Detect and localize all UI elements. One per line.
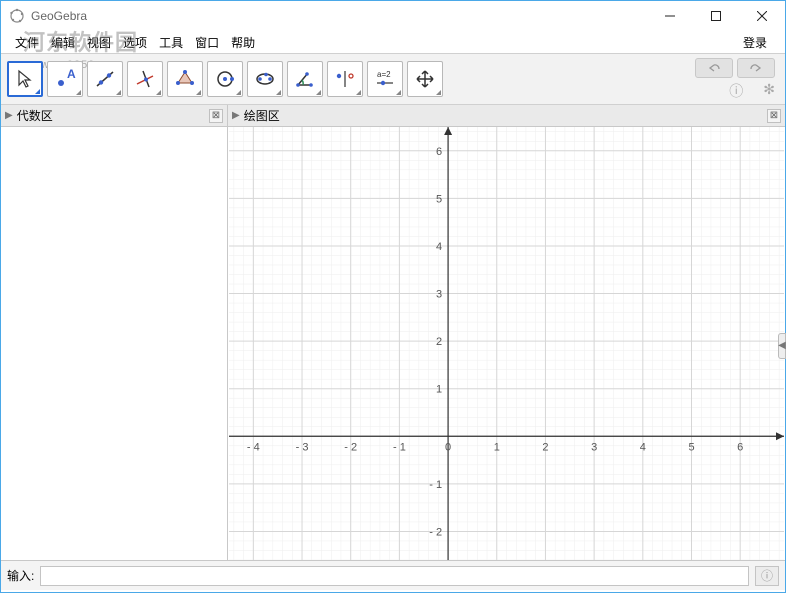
menu-tools[interactable]: 工具 [153, 32, 189, 53]
settings-icon[interactable]: ✻ [763, 81, 775, 101]
svg-text:- 4: - 4 [247, 441, 260, 453]
menu-window[interactable]: 窗口 [189, 32, 225, 53]
move-tool[interactable] [7, 61, 43, 97]
redo-button[interactable] [737, 58, 775, 78]
move-view-tool[interactable] [407, 61, 443, 97]
undo-button[interactable] [695, 58, 733, 78]
svg-text:2: 2 [436, 336, 442, 348]
minimize-button[interactable] [647, 1, 693, 31]
menu-edit[interactable]: 编辑 [45, 32, 81, 53]
graphics-close-icon[interactable]: ⊠ [767, 109, 781, 123]
reflect-tool[interactable] [327, 61, 363, 97]
algebra-collapse-icon[interactable]: ▶ [5, 110, 13, 121]
login-link[interactable]: 登录 [733, 32, 777, 53]
svg-text:- 1: - 1 [393, 441, 406, 453]
polygon-tool[interactable] [167, 61, 203, 97]
svg-text:3: 3 [591, 441, 597, 453]
algebra-body[interactable] [1, 127, 227, 560]
perpendicular-tool[interactable] [127, 61, 163, 97]
svg-text:4: 4 [436, 241, 442, 253]
maximize-button[interactable] [693, 1, 739, 31]
angle-tool[interactable] [287, 61, 323, 97]
circle-tool[interactable] [207, 61, 243, 97]
svg-text:2: 2 [542, 441, 548, 453]
input-help-icon[interactable]: ⓘ [755, 566, 779, 586]
close-button[interactable] [739, 1, 785, 31]
toolbar: A a=2 ⓘ [1, 53, 785, 105]
graphics-panel: ▶ 绘图区 ⊠ - 4 - 3 - 2 - 1 0 1 2 3 4 5 6 - 2 - 1 1 2 3 4 5 6 [228, 105, 785, 560]
svg-text:- 2: - 2 [344, 441, 357, 453]
graphics-view[interactable]: - 4 - 3 - 2 - 1 0 1 2 3 4 5 6 - 2 - 1 1 2 3 4 5 6 [228, 127, 785, 560]
app-icon [9, 8, 25, 24]
svg-text:A: A [67, 68, 76, 81]
menu-help[interactable]: 帮助 [225, 32, 261, 53]
line-tool[interactable] [87, 61, 123, 97]
svg-text:0: 0 [445, 441, 451, 453]
svg-text:6: 6 [737, 441, 743, 453]
svg-text:- 3: - 3 [296, 441, 309, 453]
window-title: GeoGebra [31, 9, 647, 23]
input-field[interactable] [40, 566, 749, 586]
svg-text:- 1: - 1 [429, 479, 442, 491]
side-panel-toggle[interactable]: ◀ [778, 333, 786, 359]
svg-text:a=2: a=2 [377, 70, 391, 79]
menu-options[interactable]: 选项 [117, 32, 153, 53]
svg-text:5: 5 [688, 441, 694, 453]
ellipse-tool[interactable] [247, 61, 283, 97]
menubar: 文件 编辑 视图 选项 工具 窗口 帮助 登录 [1, 31, 785, 53]
graphics-collapse-icon[interactable]: ▶ [232, 110, 240, 121]
menu-view[interactable]: 视图 [81, 32, 117, 53]
algebra-close-icon[interactable]: ⊠ [209, 109, 223, 123]
svg-text:6: 6 [436, 146, 442, 158]
svg-text:1: 1 [494, 441, 500, 453]
svg-text:4: 4 [640, 441, 646, 453]
point-tool[interactable]: A [47, 61, 83, 97]
svg-text:5: 5 [436, 193, 442, 205]
svg-text:1: 1 [436, 384, 442, 396]
menu-file[interactable]: 文件 [9, 32, 45, 53]
help-icon[interactable]: ⓘ [729, 81, 743, 101]
graphics-title: 绘图区 [244, 107, 280, 124]
svg-text:- 2: - 2 [429, 526, 442, 538]
algebra-panel: ▶ 代数区 ⊠ [1, 105, 228, 560]
slider-tool[interactable]: a=2 [367, 61, 403, 97]
input-label: 输入: [7, 567, 34, 584]
svg-text:3: 3 [436, 289, 442, 301]
algebra-title: 代数区 [17, 107, 53, 124]
